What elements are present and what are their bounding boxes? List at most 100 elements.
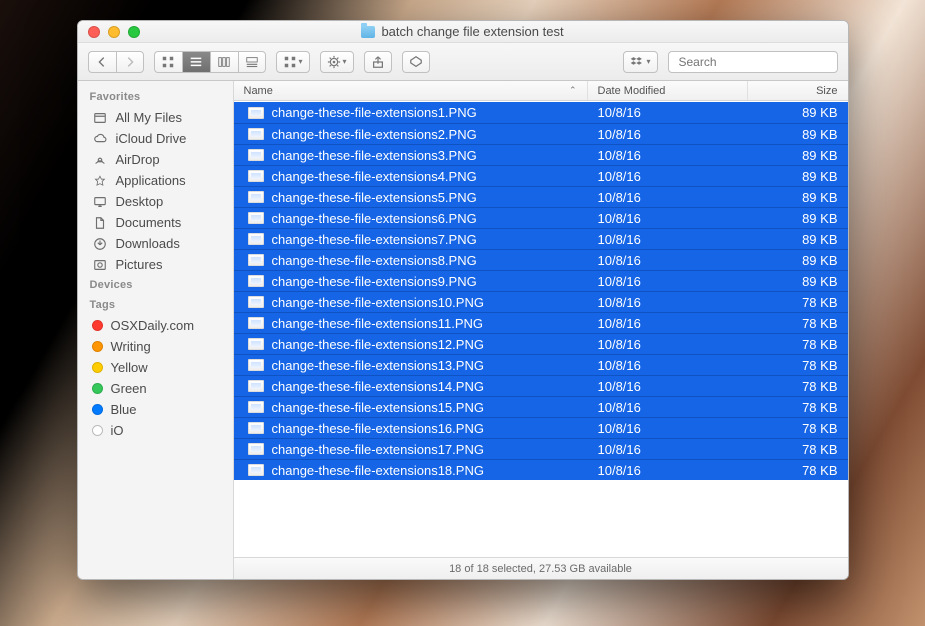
table-row[interactable]: change-these-file-extensions12.PNG10/8/1… (234, 333, 848, 354)
sidebar-item-label: iO (111, 423, 124, 438)
tag-color-dot (92, 425, 103, 436)
table-row[interactable]: change-these-file-extensions8.PNG 10/8/16… (234, 249, 848, 270)
table-row[interactable]: change-these-file-extensions1.PNG 10/8/16… (234, 102, 848, 123)
file-size: 78 KB (748, 379, 848, 394)
file-date: 10/8/16 (588, 253, 748, 268)
table-row[interactable]: change-these-file-extensions5.PNG10/8/16… (234, 186, 848, 207)
action-button[interactable]: ▾ (320, 51, 354, 73)
file-name: change-these-file-extensions10.PNG (272, 295, 484, 310)
file-thumbnail-icon (248, 401, 264, 413)
sidebar-item-all-my-files[interactable]: All My Files (78, 107, 233, 128)
file-size: 89 KB (748, 274, 848, 289)
table-row[interactable]: change-these-file-extensions18.PNG10/8/1… (234, 459, 848, 480)
file-size: 78 KB (748, 442, 848, 457)
file-size: 89 KB (748, 211, 848, 226)
sidebar-item-icloud[interactable]: iCloud Drive (78, 128, 233, 149)
table-row[interactable]: change-these-file-extensions2.PNG 10/8/16… (234, 123, 848, 144)
tag-color-dot (92, 404, 103, 415)
sidebar-item-label: All My Files (116, 110, 182, 125)
search-input[interactable] (679, 55, 834, 69)
file-date: 10/8/16 (588, 105, 748, 120)
file-thumbnail-icon (248, 464, 264, 476)
sidebar-item-documents[interactable]: Documents (78, 212, 233, 233)
back-button[interactable] (88, 51, 116, 73)
file-name: change-these-file-extensions3.PNG (272, 148, 477, 163)
share-button[interactable] (364, 51, 392, 73)
file-list[interactable]: change-these-file-extensions1.PNG 10/8/16… (234, 101, 848, 557)
table-row[interactable]: change-these-file-extensions3.PNG 10/8/16… (234, 144, 848, 165)
file-pane: Name ⌃ Date Modified Size change-these-f… (234, 81, 848, 579)
table-row[interactable]: change-these-file-extensions11.PNG10/8/1… (234, 312, 848, 333)
file-name: change-these-file-extensions12.PNG (272, 337, 484, 352)
file-name: change-these-file-extensions13.PNG (272, 358, 484, 373)
sidebar-section-devices: Devices (78, 275, 233, 295)
table-row[interactable]: change-these-file-extensions15.PNG10/8/1… (234, 396, 848, 417)
file-size: 89 KB (748, 169, 848, 184)
sidebar-tag-item[interactable]: Green (78, 378, 233, 399)
zoom-window-button[interactable] (128, 26, 140, 38)
file-date: 10/8/16 (588, 148, 748, 163)
file-name: change-these-file-extensions4.PNG (272, 169, 477, 184)
sidebar-item-label: Applications (116, 173, 186, 188)
file-thumbnail-icon (248, 170, 264, 182)
window-title: batch change file extension test (78, 24, 848, 39)
sort-caret-icon: ⌃ (569, 85, 577, 96)
icon-view-button[interactable] (154, 51, 182, 73)
sidebar-tag-item[interactable]: Writing (78, 336, 233, 357)
table-row[interactable]: change-these-file-extensions6.PNG10/8/16… (234, 207, 848, 228)
sidebar-tag-item[interactable]: Yellow (78, 357, 233, 378)
sidebar-item-downloads[interactable]: Downloads (78, 233, 233, 254)
table-row[interactable]: change-these-file-extensions16.PNG10/8/1… (234, 417, 848, 438)
coverflow-view-button[interactable] (238, 51, 266, 73)
file-thumbnail-icon (248, 359, 264, 371)
forward-button[interactable] (116, 51, 144, 73)
column-date[interactable]: Date Modified (588, 81, 748, 100)
file-size: 78 KB (748, 295, 848, 310)
sidebar-item-pictures[interactable]: Pictures (78, 254, 233, 275)
file-date: 10/8/16 (588, 190, 748, 205)
file-date: 10/8/16 (588, 232, 748, 247)
finder-window: batch change file extension test (77, 20, 849, 580)
sidebar-item-airdrop[interactable]: AirDrop (78, 149, 233, 170)
file-date: 10/8/16 (588, 295, 748, 310)
file-thumbnail-icon (248, 380, 264, 392)
file-thumbnail-icon (248, 149, 264, 161)
file-date: 10/8/16 (588, 400, 748, 415)
file-date: 10/8/16 (588, 316, 748, 331)
table-row[interactable]: change-these-file-extensions4.PNG10/8/16… (234, 165, 848, 186)
table-row[interactable]: change-these-file-extensions7.PNG10/8/16… (234, 228, 848, 249)
close-window-button[interactable] (88, 26, 100, 38)
table-row[interactable]: change-these-file-extensions14.PNG10/8/1… (234, 375, 848, 396)
sidebar-tag-item[interactable]: OSXDaily.com (78, 315, 233, 336)
list-view-button[interactable] (182, 51, 210, 73)
sidebar-item-desktop[interactable]: Desktop (78, 191, 233, 212)
file-thumbnail-icon (248, 128, 264, 140)
table-row[interactable]: change-these-file-extensions13.PNG10/8/1… (234, 354, 848, 375)
file-name: change-these-file-extensions8.PNG (272, 253, 477, 268)
file-date: 10/8/16 (588, 127, 748, 142)
file-thumbnail-icon (248, 254, 264, 266)
table-row[interactable]: change-these-file-extensions9.PNG10/8/16… (234, 270, 848, 291)
nav-buttons (88, 51, 144, 73)
dropbox-button[interactable]: ▾ (623, 51, 657, 73)
arrange-button[interactable]: ▾ (276, 51, 310, 73)
file-name: change-these-file-extensions1.PNG (272, 105, 477, 120)
column-size[interactable]: Size (748, 81, 848, 100)
sidebar-tag-item[interactable]: iO (78, 420, 233, 441)
file-name: change-these-file-extensions2.PNG (272, 127, 477, 142)
file-size: 78 KB (748, 337, 848, 352)
window-body: Favorites All My FilesiCloud DriveAirDro… (78, 81, 848, 579)
table-row[interactable]: change-these-file-extensions17.PNG10/8/1… (234, 438, 848, 459)
search-field[interactable] (668, 51, 838, 73)
tags-button[interactable] (402, 51, 430, 73)
file-date: 10/8/16 (588, 421, 748, 436)
column-view-button[interactable] (210, 51, 238, 73)
file-date: 10/8/16 (588, 442, 748, 457)
sidebar-item-applications[interactable]: Applications (78, 170, 233, 191)
table-row[interactable]: change-these-file-extensions10.PNG 10/8/1… (234, 291, 848, 312)
column-name[interactable]: Name ⌃ (234, 81, 588, 100)
sidebar-tag-item[interactable]: Blue (78, 399, 233, 420)
minimize-window-button[interactable] (108, 26, 120, 38)
file-size: 89 KB (748, 232, 848, 247)
file-name: change-these-file-extensions18.PNG (272, 463, 484, 478)
